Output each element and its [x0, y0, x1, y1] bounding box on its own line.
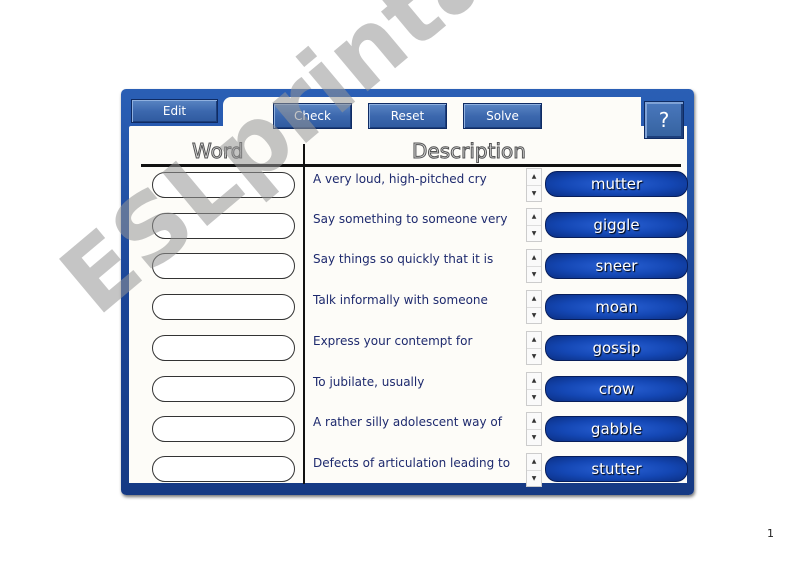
header-divider — [141, 164, 681, 167]
answer-slot[interactable] — [152, 456, 295, 482]
scroll-down-icon[interactable]: ▼ — [527, 266, 541, 283]
scroll-down-icon[interactable]: ▼ — [527, 307, 541, 324]
word-chip[interactable]: giggle — [545, 212, 688, 238]
description-text: Talk informally with someone — [313, 293, 488, 307]
answer-slot[interactable] — [152, 335, 295, 361]
description-text: Express your contempt for — [313, 334, 473, 348]
scroll-down-icon[interactable]: ▼ — [527, 470, 541, 487]
description-scroll[interactable]: ▲ ▼ — [526, 331, 542, 365]
solve-button[interactable]: Solve — [463, 103, 542, 129]
description-scroll[interactable]: ▲ ▼ — [526, 249, 542, 283]
scroll-up-icon[interactable]: ▲ — [527, 454, 541, 470]
word-chip[interactable]: mutter — [545, 171, 688, 197]
description-scroll[interactable]: ▲ ▼ — [526, 412, 542, 446]
description-text: Say things so quickly that it is — [313, 252, 494, 266]
description-scroll[interactable]: ▲ ▼ — [526, 453, 542, 487]
description-text: Defects of articulation leading to — [313, 456, 511, 470]
answer-slot[interactable] — [152, 294, 295, 320]
description-text: To jubilate, usually — [313, 375, 425, 389]
scroll-down-icon[interactable]: ▼ — [527, 185, 541, 202]
scroll-down-icon[interactable]: ▼ — [527, 389, 541, 406]
reset-button[interactable]: Reset — [368, 103, 447, 129]
word-chip[interactable]: stutter — [545, 456, 688, 482]
word-chip[interactable]: moan — [545, 294, 688, 320]
scroll-up-icon[interactable]: ▲ — [527, 209, 541, 225]
description-text: Say something to someone very — [313, 212, 508, 226]
scroll-up-icon[interactable]: ▲ — [527, 413, 541, 429]
help-button[interactable]: ? — [644, 101, 684, 139]
description-scroll[interactable]: ▲ ▼ — [526, 168, 542, 202]
scroll-up-icon[interactable]: ▲ — [527, 332, 541, 348]
answer-slot[interactable] — [152, 416, 295, 442]
scroll-down-icon[interactable]: ▼ — [527, 429, 541, 446]
matching-exercise-window: Edit Check Reset Solve ? Word Descriptio… — [121, 89, 694, 495]
description-column-header: Description — [412, 139, 527, 164]
scroll-up-icon[interactable]: ▲ — [527, 169, 541, 185]
question-mark-icon: ? — [658, 108, 670, 132]
page-number: 1 — [767, 527, 774, 540]
description-scroll[interactable]: ▲ ▼ — [526, 208, 542, 242]
answer-slot[interactable] — [152, 376, 295, 402]
answer-slot[interactable] — [152, 213, 295, 239]
answer-slot[interactable] — [152, 172, 295, 198]
word-chip[interactable]: gabble — [545, 416, 688, 442]
word-chip[interactable]: gossip — [545, 335, 688, 361]
scroll-up-icon[interactable]: ▲ — [527, 291, 541, 307]
scroll-up-icon[interactable]: ▲ — [527, 250, 541, 266]
scroll-down-icon[interactable]: ▼ — [527, 225, 541, 242]
description-scroll[interactable]: ▲ ▼ — [526, 372, 542, 406]
word-chip[interactable]: crow — [545, 376, 688, 402]
description-text: A rather silly adolescent way of — [313, 415, 502, 429]
answer-slot[interactable] — [152, 253, 295, 279]
check-button[interactable]: Check — [273, 103, 352, 129]
word-column-header: Word — [191, 139, 244, 164]
column-divider — [303, 144, 305, 484]
word-chip[interactable]: sneer — [545, 253, 688, 279]
scroll-up-icon[interactable]: ▲ — [527, 373, 541, 389]
scroll-down-icon[interactable]: ▼ — [527, 348, 541, 365]
edit-button[interactable]: Edit — [131, 99, 218, 123]
description-text: A very loud, high-pitched cry — [313, 172, 487, 186]
description-scroll[interactable]: ▲ ▼ — [526, 290, 542, 324]
